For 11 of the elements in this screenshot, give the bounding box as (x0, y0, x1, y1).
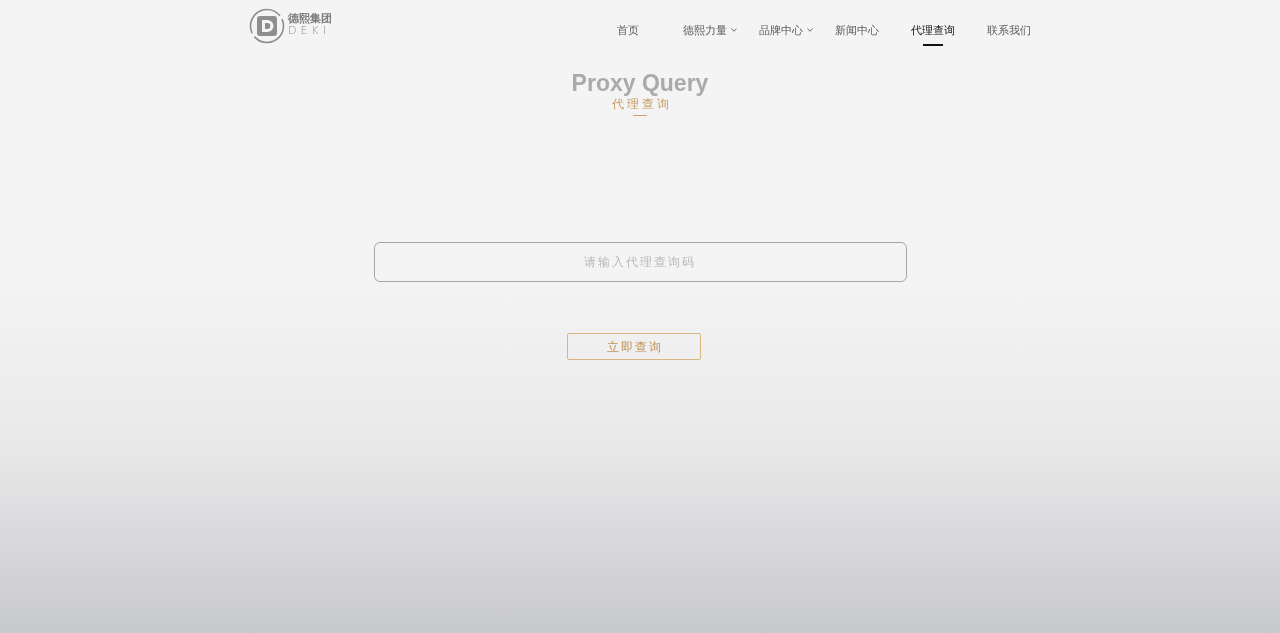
nav-link[interactable]: 新闻中心 (835, 22, 879, 38)
nav-link[interactable]: 品牌中心 (759, 22, 813, 38)
logo-mark-icon (249, 8, 285, 44)
background-title: Proxy Query (571, 71, 709, 95)
logo-wordmark-latin: DEKI (288, 25, 330, 37)
nav-link[interactable]: 首页 (617, 22, 639, 38)
nav-link[interactable]: 德熙力量 (683, 22, 737, 38)
section-title: 代理查询 (610, 96, 672, 112)
nav-link[interactable]: 联系我们 (987, 22, 1031, 38)
logo-wordmark: 德熙集团 (288, 12, 332, 25)
nav-link[interactable]: 代理查询 (911, 22, 955, 46)
